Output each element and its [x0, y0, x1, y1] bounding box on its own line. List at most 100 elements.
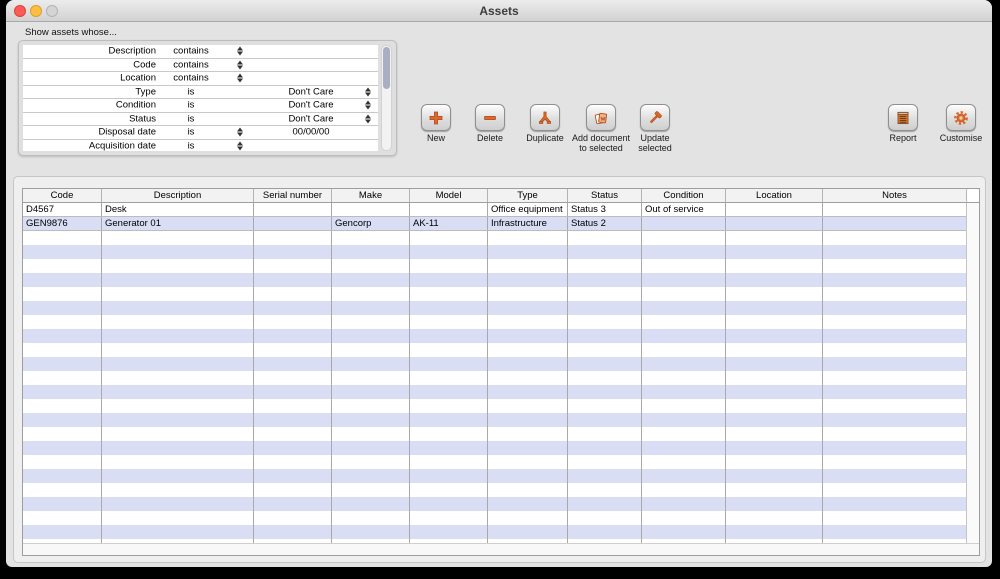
table-cell: [568, 441, 642, 455]
table-body: D4567 Desk Office equipment Status 3 Out…: [23, 203, 979, 543]
column-header-code[interactable]: Code: [23, 189, 102, 202]
column-header-description[interactable]: Description: [102, 189, 254, 202]
table-row-empty[interactable]: [23, 497, 966, 511]
operator-select[interactable]: is: [188, 141, 195, 152]
stepper-icon[interactable]: [365, 101, 371, 110]
table-cell: [642, 413, 726, 427]
filter-field-label: Disposal date: [23, 127, 156, 138]
table-row[interactable]: GEN9876 Generator 01 Gencorp AK-11 Infra…: [23, 217, 966, 231]
horizontal-scrollbar[interactable]: [23, 543, 979, 555]
table-row-empty[interactable]: [23, 385, 966, 399]
table-cell: Infrastructure: [488, 217, 568, 230]
table-cell: [488, 315, 568, 329]
table-cell: [254, 483, 332, 497]
table-row-empty[interactable]: [23, 525, 966, 539]
new-button[interactable]: [421, 104, 451, 131]
table-row-empty[interactable]: [23, 329, 966, 343]
table-row-empty[interactable]: [23, 511, 966, 525]
value-select[interactable]: Don't Care: [288, 86, 333, 97]
stepper-icon[interactable]: [237, 74, 243, 83]
report-button[interactable]: [888, 104, 918, 131]
stepper-icon[interactable]: [237, 47, 243, 56]
column-header-notes[interactable]: Notes: [823, 189, 966, 202]
table-row-empty[interactable]: [23, 357, 966, 371]
asset-table: Code Description Serial number Make Mode…: [22, 188, 980, 556]
stepper-icon[interactable]: [237, 60, 243, 69]
stepper-icon[interactable]: [237, 142, 243, 151]
column-header-status[interactable]: Status: [568, 189, 642, 202]
table-row[interactable]: D4567 Desk Office equipment Status 3 Out…: [23, 203, 966, 217]
table-cell: [642, 427, 726, 441]
table-cell: [726, 427, 823, 441]
table-row-empty[interactable]: [23, 483, 966, 497]
filter-scrollbar[interactable]: [381, 45, 392, 151]
table-row-empty[interactable]: [23, 315, 966, 329]
date-field[interactable]: 00/00/00: [293, 127, 330, 138]
table-cell: [254, 343, 332, 357]
table-row-empty[interactable]: [23, 231, 966, 245]
column-header-serial[interactable]: Serial number: [254, 189, 332, 202]
value-select[interactable]: Don't Care: [288, 100, 333, 111]
table-row-empty[interactable]: [23, 427, 966, 441]
table-row-empty[interactable]: [23, 371, 966, 385]
operator-select[interactable]: contains: [173, 73, 208, 84]
operator-select[interactable]: is: [188, 127, 195, 138]
table-cell: [332, 497, 410, 511]
table-cell: [726, 245, 823, 259]
button-label: Customise: [929, 133, 993, 143]
table-cell: [254, 441, 332, 455]
table-row-empty[interactable]: [23, 413, 966, 427]
table-row-empty[interactable]: [23, 399, 966, 413]
table-row-empty[interactable]: [23, 539, 966, 543]
table-cell: [102, 301, 254, 315]
window-title: Assets: [6, 4, 992, 18]
operator-select[interactable]: is: [188, 100, 195, 111]
stepper-icon[interactable]: [365, 114, 371, 123]
column-header-condition[interactable]: Condition: [642, 189, 726, 202]
stepper-icon[interactable]: [237, 128, 243, 137]
table-row-empty[interactable]: [23, 469, 966, 483]
table-cell: [254, 427, 332, 441]
report-icon: [895, 110, 911, 126]
table-cell: [23, 315, 102, 329]
report-button-block: Report: [871, 104, 935, 143]
filter-field-label: Location: [23, 73, 156, 84]
table-cell: [568, 357, 642, 371]
table-cell: [823, 231, 966, 245]
table-cell: [102, 483, 254, 497]
stepper-icon[interactable]: [365, 87, 371, 96]
table-row-empty[interactable]: [23, 273, 966, 287]
filter-row-location: Location contains: [23, 72, 378, 86]
table-cell: [642, 301, 726, 315]
table-row-empty[interactable]: [23, 441, 966, 455]
duplicate-button[interactable]: [530, 104, 560, 131]
filter-scrollbar-thumb[interactable]: [383, 47, 390, 89]
operator-select[interactable]: contains: [173, 59, 208, 70]
value-select[interactable]: Don't Care: [288, 113, 333, 124]
table-row-empty[interactable]: [23, 455, 966, 469]
update-selected-button[interactable]: [640, 104, 670, 131]
column-header-model[interactable]: Model: [410, 189, 488, 202]
table-cell: [726, 371, 823, 385]
table-cell: [410, 273, 488, 287]
table-row-empty[interactable]: [23, 287, 966, 301]
vertical-scrollbar[interactable]: [966, 203, 979, 543]
operator-select[interactable]: is: [188, 86, 195, 97]
table-cell: [23, 413, 102, 427]
table-row-empty[interactable]: [23, 259, 966, 273]
table-cell: [254, 231, 332, 245]
customise-button[interactable]: [946, 104, 976, 131]
add-document-button[interactable]: [586, 104, 616, 131]
delete-button[interactable]: [475, 104, 505, 131]
table-row-empty[interactable]: [23, 245, 966, 259]
operator-select[interactable]: contains: [173, 46, 208, 57]
table-cell: [642, 259, 726, 273]
table-cell: [642, 441, 726, 455]
table-row-empty[interactable]: [23, 343, 966, 357]
title-bar[interactable]: Assets: [6, 0, 992, 22]
column-header-location[interactable]: Location: [726, 189, 823, 202]
operator-select[interactable]: is: [188, 113, 195, 124]
column-header-make[interactable]: Make: [332, 189, 410, 202]
column-header-type[interactable]: Type: [488, 189, 568, 202]
table-row-empty[interactable]: [23, 301, 966, 315]
